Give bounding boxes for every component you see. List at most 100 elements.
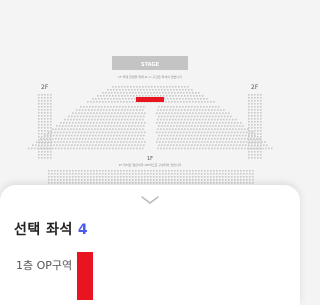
seat[interactable] [108,92,110,94]
seat[interactable] [78,182,80,184]
seat[interactable] [171,173,173,175]
seat[interactable] [109,128,111,130]
seat[interactable] [135,179,137,181]
seat[interactable] [99,101,101,103]
seat[interactable] [210,141,212,143]
seat[interactable] [113,106,115,108]
seat[interactable] [130,147,132,150]
seat[interactable] [145,95,147,97]
seat[interactable] [198,92,200,94]
seat[interactable] [47,127,49,129]
seat[interactable] [219,179,221,181]
seat[interactable] [210,170,212,172]
seat[interactable] [60,122,62,124]
seat[interactable] [111,101,113,103]
seat[interactable] [78,131,80,134]
seat[interactable] [47,134,49,137]
seat[interactable] [105,92,107,94]
seat[interactable] [96,141,98,143]
seat[interactable] [142,118,144,121]
seat[interactable] [102,170,104,172]
seat[interactable] [64,138,66,140]
seat[interactable] [70,147,72,150]
seat[interactable] [91,118,93,121]
seat[interactable] [124,118,126,121]
seat[interactable] [240,176,242,178]
seat[interactable] [202,109,204,111]
seat[interactable] [89,134,91,137]
seat[interactable] [79,128,81,130]
seat[interactable] [55,138,57,140]
seat[interactable] [136,138,138,140]
seat[interactable] [189,176,191,178]
seat[interactable] [144,170,146,172]
seat[interactable] [151,95,153,97]
seat[interactable] [138,122,140,124]
seat[interactable] [205,128,207,130]
seat[interactable] [129,170,131,172]
seat[interactable] [130,86,132,88]
seat[interactable] [229,138,231,140]
seat[interactable] [180,179,182,181]
seat[interactable] [50,97,52,99]
seat[interactable] [93,176,95,178]
seat[interactable] [74,144,76,146]
seat[interactable] [222,122,224,124]
seat[interactable] [143,115,145,118]
seat[interactable] [211,118,213,121]
seat[interactable] [147,176,149,178]
seat[interactable] [72,112,74,114]
seat[interactable] [50,133,52,135]
seat[interactable] [88,128,90,130]
seat[interactable] [197,115,199,118]
seat[interactable] [92,98,94,100]
seat[interactable] [47,115,49,117]
seat[interactable] [234,182,236,184]
seat[interactable] [123,112,125,114]
seat[interactable] [186,112,188,114]
seat[interactable] [51,173,53,175]
seat[interactable] [50,106,52,108]
seat[interactable] [148,86,150,88]
seat[interactable] [173,125,175,127]
seat[interactable] [123,176,125,178]
seat[interactable] [101,98,103,100]
seat[interactable] [65,125,67,127]
seat[interactable] [44,97,46,99]
seat[interactable] [95,134,97,137]
seat[interactable] [167,106,169,108]
seat[interactable] [106,138,108,140]
seat[interactable] [129,112,131,114]
seat[interactable] [118,109,120,111]
seat[interactable] [106,147,108,150]
seat[interactable] [183,176,185,178]
seat[interactable] [153,92,155,94]
seat[interactable] [243,179,245,181]
seat[interactable] [207,173,209,175]
seat[interactable] [109,147,111,150]
seat[interactable] [187,128,189,130]
seat[interactable] [136,118,138,121]
seat[interactable] [207,176,209,178]
seat[interactable] [196,95,198,97]
seat[interactable] [220,147,222,150]
seat[interactable] [48,179,50,181]
seat[interactable] [216,112,218,114]
seat[interactable] [167,89,169,91]
seat[interactable] [201,131,203,134]
seat[interactable] [233,144,235,146]
seat[interactable] [254,127,256,129]
seat[interactable] [64,147,66,150]
seat[interactable] [200,144,202,146]
seat[interactable] [177,170,179,172]
seat[interactable] [185,125,187,127]
seat[interactable] [98,125,100,127]
seat[interactable] [73,128,75,130]
seat[interactable] [184,109,186,111]
seat[interactable] [126,92,128,94]
seat[interactable] [144,141,146,143]
seat[interactable] [174,92,176,94]
seat[interactable] [38,109,40,111]
seat[interactable] [86,144,88,146]
seat[interactable] [193,138,195,140]
